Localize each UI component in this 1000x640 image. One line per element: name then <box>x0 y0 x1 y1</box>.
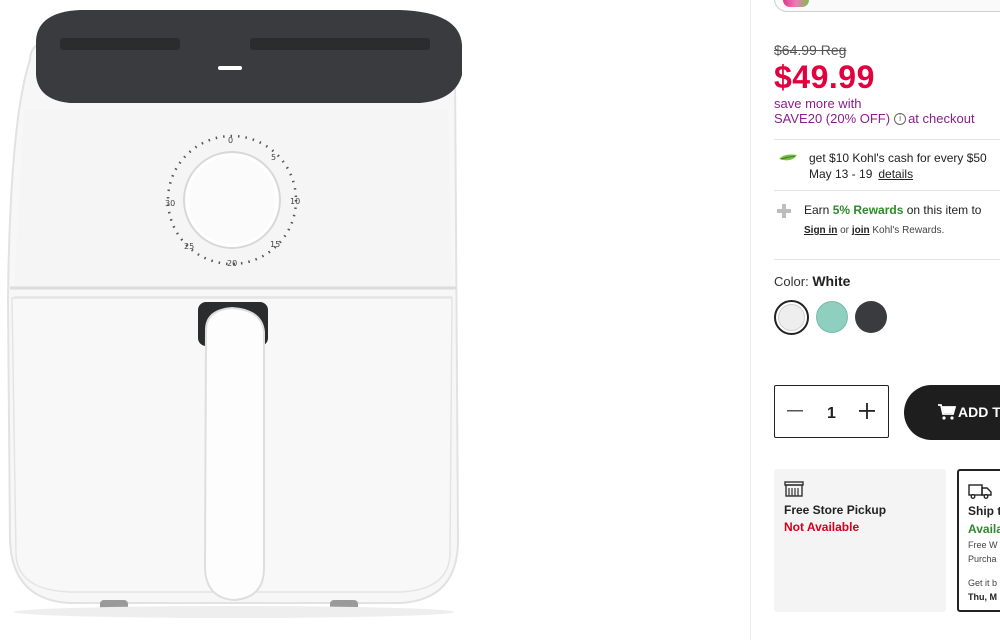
rewards-earn-prefix: Earn <box>804 203 830 217</box>
color-label-text: Color: <box>774 274 809 289</box>
rewards-earn-text: Earn 5% Rewards on this item to <box>804 203 981 217</box>
ship-status: Availa <box>968 522 1000 536</box>
divider <box>774 190 1000 191</box>
cart-icon <box>938 404 956 420</box>
pickup-status: Not Available <box>784 520 860 534</box>
divider <box>774 259 1000 260</box>
color-label: Color: White <box>774 273 850 289</box>
kohls-cash-offer: get $10 Kohl's cash for every $50 May 13… <box>809 150 987 182</box>
product-gallery: 0 5 10 15 20 25 30 <box>0 0 750 640</box>
rewards-or: or <box>840 225 850 236</box>
svg-text:30: 30 <box>165 199 175 208</box>
add-to-cart-button[interactable]: ADD T <box>904 385 1000 440</box>
color-selected-name: White <box>812 273 851 289</box>
store-pickup-option[interactable]: Free Store Pickup Not Available <box>774 469 946 612</box>
kohls-cash-line: get $10 Kohl's cash for every $50 <box>809 151 987 165</box>
column-divider <box>750 0 751 640</box>
kohls-cash-icon <box>779 154 797 161</box>
promo-text: save more with <box>774 96 862 111</box>
promo-chip-icon <box>783 0 809 7</box>
svg-text:10: 10 <box>290 197 300 206</box>
product-info-panel: $64.99 Reg $49.99 save more with SAVE20 … <box>774 0 1000 640</box>
ship-detail-3: Get it b <box>968 578 998 588</box>
promo-suffix: at checkout <box>908 111 975 126</box>
swatch-white-fill <box>778 304 805 331</box>
join-link[interactable]: join <box>852 225 870 236</box>
sale-price: $49.99 <box>774 59 875 95</box>
svg-text:5: 5 <box>271 153 276 162</box>
svg-text:20: 20 <box>227 259 237 268</box>
rewards-rate: 5% Rewards <box>832 203 904 217</box>
swatch-black[interactable] <box>855 301 887 333</box>
ship-detail-1: Free W <box>968 540 998 550</box>
ship-to-me-option[interactable]: Ship t Availa Free W Purcha Get it b Thu… <box>957 469 1000 612</box>
ship-detail-2: Purcha <box>968 554 997 564</box>
rewards-signin-text: Sign in or join Kohl's Rewards. <box>804 225 944 236</box>
svg-text:15: 15 <box>270 240 280 249</box>
details-link[interactable]: details <box>878 167 913 181</box>
pickup-title: Free Store Pickup <box>784 503 887 517</box>
kohls-cash-dates: May 13 - 19 <box>809 167 873 181</box>
ship-title: Ship t <box>968 504 1000 518</box>
sign-in-link[interactable]: Sign in <box>804 225 837 236</box>
product-image-air-fryer[interactable]: 0 5 10 15 20 25 30 <box>0 0 470 640</box>
store-icon <box>784 481 804 497</box>
info-icon[interactable]: i <box>894 113 907 125</box>
promo-code: SAVE20 (20% OFF) <box>774 111 891 126</box>
truck-icon <box>968 484 992 499</box>
ship-detail-4: Thu, M <box>968 592 997 602</box>
divider <box>774 139 1000 140</box>
swatch-aqua[interactable] <box>816 301 848 333</box>
swatch-white[interactable] <box>774 300 809 335</box>
rewards-suffix: Kohl's Rewards. <box>872 225 945 236</box>
quantity-stepper: 1 <box>774 385 889 438</box>
promo-chip[interactable] <box>774 0 1000 12</box>
svg-text:0: 0 <box>228 136 233 145</box>
promo-code-line: SAVE20 (20% OFF) i at checkout <box>774 111 975 126</box>
rewards-plus-icon <box>777 204 791 218</box>
plus-icon[interactable] <box>858 401 876 421</box>
svg-text:25: 25 <box>184 242 194 251</box>
add-to-cart-label: ADD T <box>958 404 1000 420</box>
rewards-earn-suffix: on this item to <box>906 203 982 217</box>
regular-price: $64.99 Reg <box>774 42 847 58</box>
